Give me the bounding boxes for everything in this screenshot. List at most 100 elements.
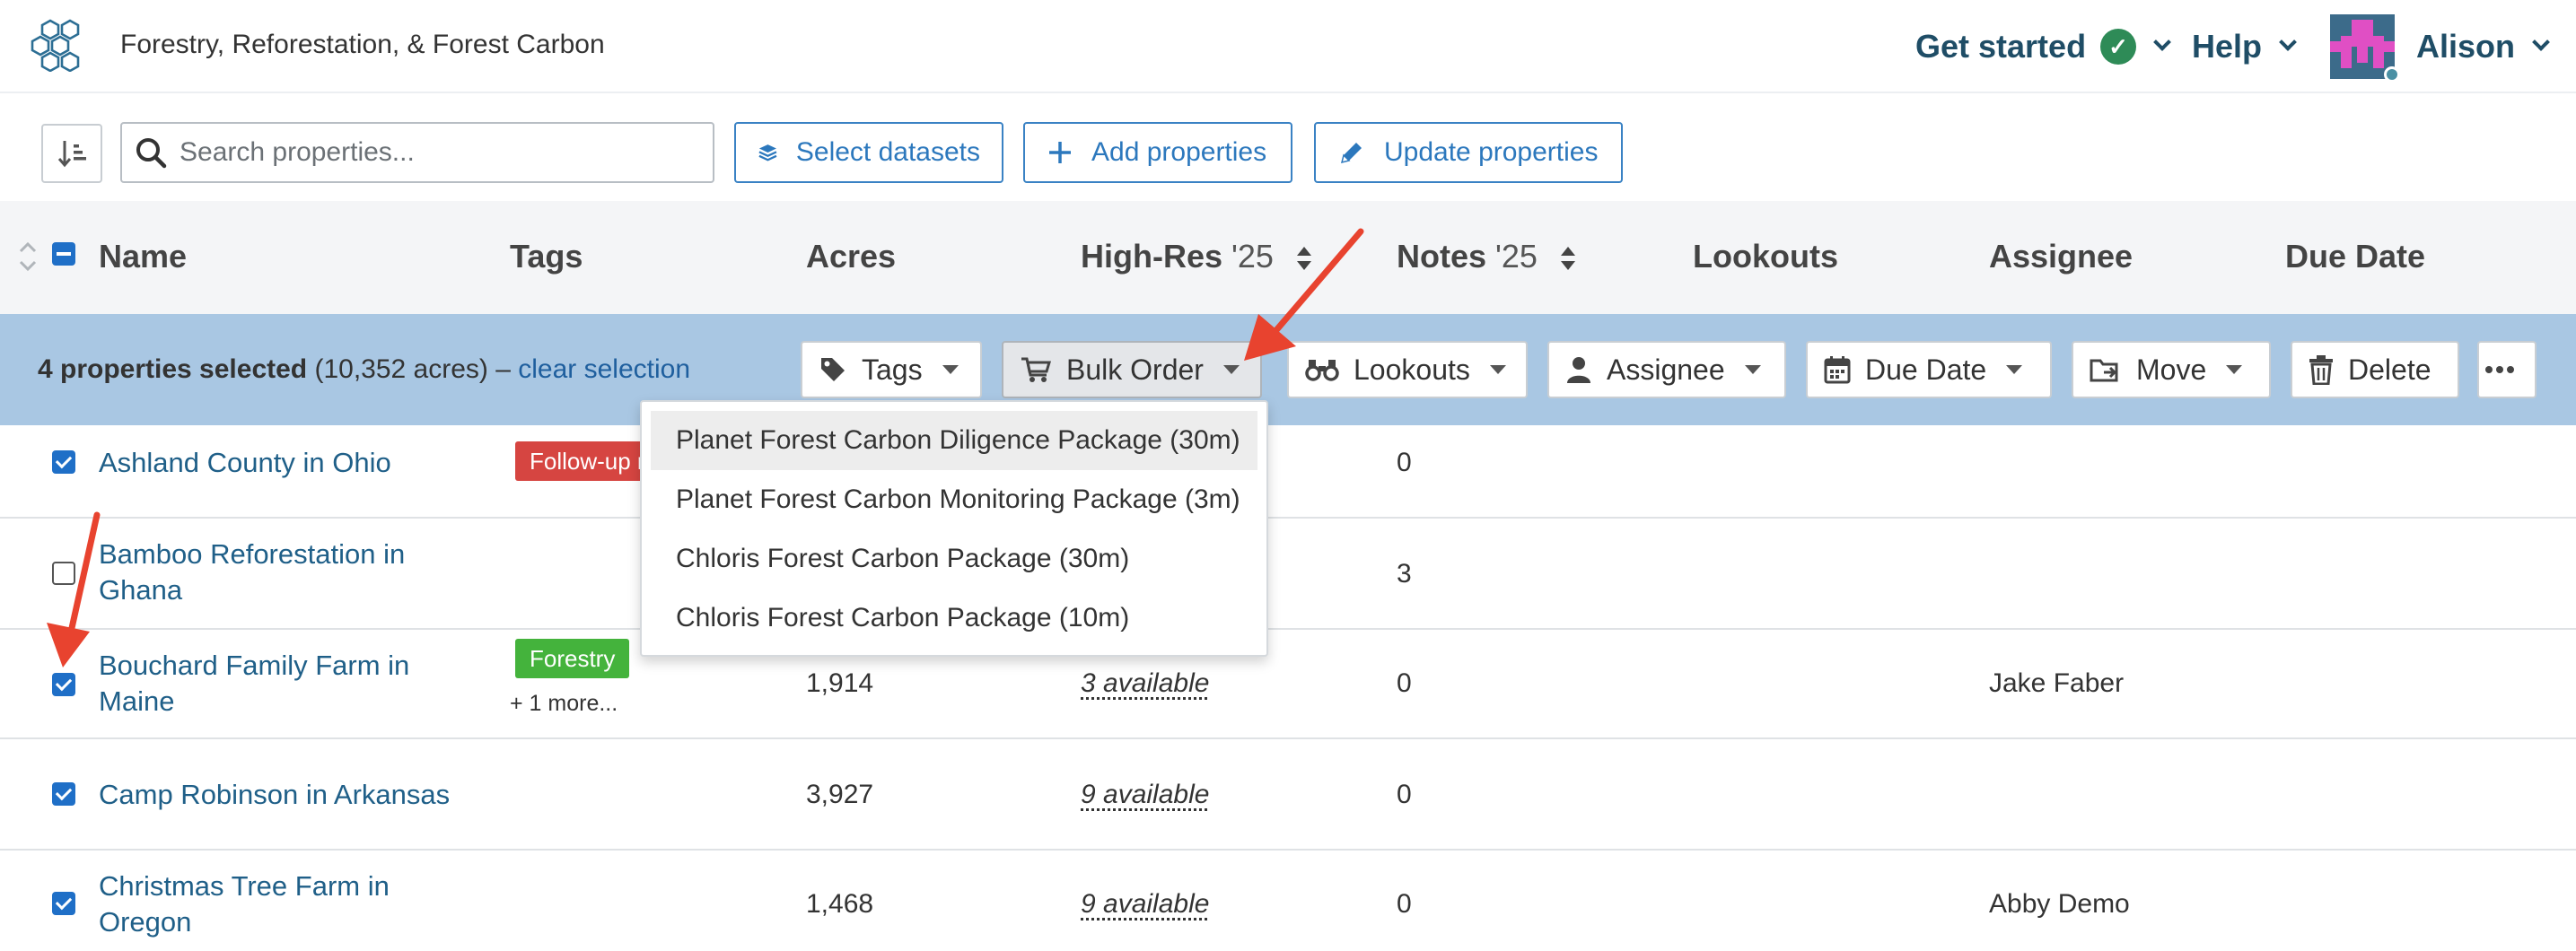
table-row[interactable]: Bamboo Reforestation in Ghana 3 xyxy=(0,519,2576,630)
column-highres-label: High-Res xyxy=(1081,238,1223,275)
search-input[interactable] xyxy=(180,129,700,176)
assignee-dropdown-button[interactable]: Assignee xyxy=(1547,341,1786,398)
move-dropdown-button[interactable]: Move xyxy=(2072,341,2271,398)
row-checkbox[interactable] xyxy=(52,450,75,474)
notes-count[interactable]: 0 xyxy=(1397,777,1412,813)
row-checkbox[interactable] xyxy=(52,782,75,806)
help-label: Help xyxy=(2192,28,2263,65)
property-name-link[interactable]: Bamboo Reforestation in Ghana xyxy=(99,537,476,608)
toolbar: Select datasets Add properties Update pr… xyxy=(0,95,2576,201)
acres-value: 1,914 xyxy=(806,668,874,698)
help-menu[interactable]: Help xyxy=(2192,20,2297,74)
get-started-menu[interactable]: Get started ✓ xyxy=(1915,20,2171,74)
layers-icon xyxy=(758,144,777,161)
caret-down-icon xyxy=(942,365,959,374)
binoculars-icon xyxy=(1305,360,1339,381)
caret-down-icon xyxy=(1744,365,1761,374)
calendar-icon xyxy=(1824,356,1851,384)
trash-icon xyxy=(2309,355,2333,385)
column-due-date[interactable]: Due Date xyxy=(2285,237,2425,276)
table-row[interactable]: Camp Robinson in Arkansas 3,927 9 availa… xyxy=(0,739,2576,851)
column-lookouts[interactable]: Lookouts xyxy=(1693,237,1838,276)
assignee-value[interactable]: Abby Demo xyxy=(1989,886,2130,922)
property-name-link[interactable]: Ashland County in Ohio xyxy=(99,445,476,481)
search-field[interactable] xyxy=(120,122,714,183)
row-checkbox[interactable] xyxy=(52,562,75,585)
more-actions-button[interactable] xyxy=(2477,341,2537,398)
get-started-label: Get started xyxy=(1915,28,2087,65)
check-circle-icon: ✓ xyxy=(2100,29,2137,65)
column-acres[interactable]: Acres xyxy=(806,237,896,276)
row-checkbox[interactable] xyxy=(52,892,75,915)
selection-acres: (10,352 acres) – xyxy=(307,354,519,384)
sort-toggle-icon[interactable] xyxy=(16,239,39,275)
chevron-down-icon xyxy=(2532,33,2550,51)
select-datasets-button[interactable]: Select datasets xyxy=(734,122,1003,183)
tag-badge[interactable]: Follow-up r xyxy=(515,441,660,481)
lookouts-button-label: Lookouts xyxy=(1354,353,1470,386)
shopping-cart-icon xyxy=(1021,357,1052,382)
caret-down-icon xyxy=(2006,365,2023,374)
update-properties-button[interactable]: Update properties xyxy=(1314,122,1623,183)
due-date-dropdown-button[interactable]: Due Date xyxy=(1806,341,2052,398)
user-icon xyxy=(1567,357,1590,383)
select-datasets-label: Select datasets xyxy=(795,137,980,167)
chevron-down-icon xyxy=(2153,33,2171,51)
highres-availability-link[interactable]: 9 available xyxy=(1081,777,1209,813)
hexagon-logo-icon[interactable] xyxy=(31,18,90,72)
bulk-order-menu: Planet Forest Carbon Diligence Package (… xyxy=(640,400,1268,657)
menu-item-chloris-30m[interactable]: Chloris Forest Carbon Package (30m) xyxy=(651,529,1257,589)
user-menu[interactable]: Alison xyxy=(2330,14,2550,83)
column-notes-label: Notes xyxy=(1397,238,1487,275)
add-properties-button[interactable]: Add properties xyxy=(1023,122,1292,183)
update-properties-label: Update properties xyxy=(1384,137,1599,167)
notes-count[interactable]: 3 xyxy=(1397,556,1412,592)
column-tags[interactable]: Tags xyxy=(510,237,583,276)
selection-summary: 4 properties selected (10,352 acres) – c… xyxy=(38,352,690,388)
acres-value: 1,468 xyxy=(806,889,874,919)
column-assignee[interactable]: Assignee xyxy=(1989,237,2133,276)
lookouts-dropdown-button[interactable]: Lookouts xyxy=(1287,341,1528,398)
assignee-value[interactable]: Jake Faber xyxy=(1989,666,2124,702)
row-checkbox[interactable] xyxy=(52,673,75,696)
property-name-link[interactable]: Camp Robinson in Arkansas xyxy=(99,777,476,813)
move-button-label: Move xyxy=(2136,353,2207,386)
table-row[interactable]: Bouchard Family Farm in Maine Forestry +… xyxy=(0,630,2576,739)
highres-availability-link[interactable]: 3 available xyxy=(1081,666,1209,702)
tag-badge[interactable]: Forestry xyxy=(515,639,630,678)
sort-button[interactable] xyxy=(41,124,102,183)
sort-arrows-icon xyxy=(1296,247,1311,271)
tags-dropdown-button[interactable]: Tags xyxy=(801,341,982,398)
notes-count[interactable]: 0 xyxy=(1397,886,1412,922)
delete-button[interactable]: Delete xyxy=(2291,341,2459,398)
column-highres[interactable]: High-Res '25 xyxy=(1081,237,1313,276)
menu-item-chloris-10m[interactable]: Chloris Forest Carbon Package (10m) xyxy=(651,589,1257,648)
more-tags-link[interactable]: + 1 more... xyxy=(510,691,618,717)
table-row[interactable]: Christmas Tree Farm in Oregon 1,468 9 av… xyxy=(0,851,2576,951)
app-title: Forestry, Reforestation, & Forest Carbon xyxy=(120,30,605,59)
column-highres-year: '25 xyxy=(1231,238,1274,275)
notes-count[interactable]: 0 xyxy=(1397,666,1412,702)
assignee-button-label: Assignee xyxy=(1607,353,1725,386)
tags-button-label: Tags xyxy=(862,353,923,386)
bulk-order-dropdown-button[interactable]: Bulk Order xyxy=(1002,341,1262,398)
clear-selection-link[interactable]: clear selection xyxy=(518,354,690,384)
menu-item-planet-monitoring[interactable]: Planet Forest Carbon Monitoring Package … xyxy=(651,470,1257,529)
avatar xyxy=(2330,14,2400,83)
sort-descending-icon xyxy=(57,141,86,168)
select-all-checkbox[interactable] xyxy=(52,242,75,266)
menu-item-planet-diligence[interactable]: Planet Forest Carbon Diligence Package (… xyxy=(651,411,1257,470)
notes-count[interactable]: 0 xyxy=(1397,445,1412,481)
table-row[interactable]: Ashland County in Ohio Follow-up r 0 xyxy=(0,425,2576,519)
property-name-link[interactable]: Bouchard Family Farm in Maine xyxy=(99,648,476,720)
bulk-action-bar: 4 properties selected (10,352 acres) – c… xyxy=(0,314,2576,425)
caret-down-icon xyxy=(2226,365,2243,374)
tag-icon xyxy=(821,358,845,381)
caret-down-icon xyxy=(1222,365,1240,374)
column-notes[interactable]: Notes '25 xyxy=(1397,237,1577,276)
plus-icon xyxy=(1049,142,1071,163)
highres-availability-link[interactable]: 9 available xyxy=(1081,886,1209,922)
property-name-link[interactable]: Christmas Tree Farm in Oregon xyxy=(99,868,476,940)
column-name[interactable]: Name xyxy=(99,237,187,276)
bulk-order-button-label: Bulk Order xyxy=(1066,353,1204,386)
